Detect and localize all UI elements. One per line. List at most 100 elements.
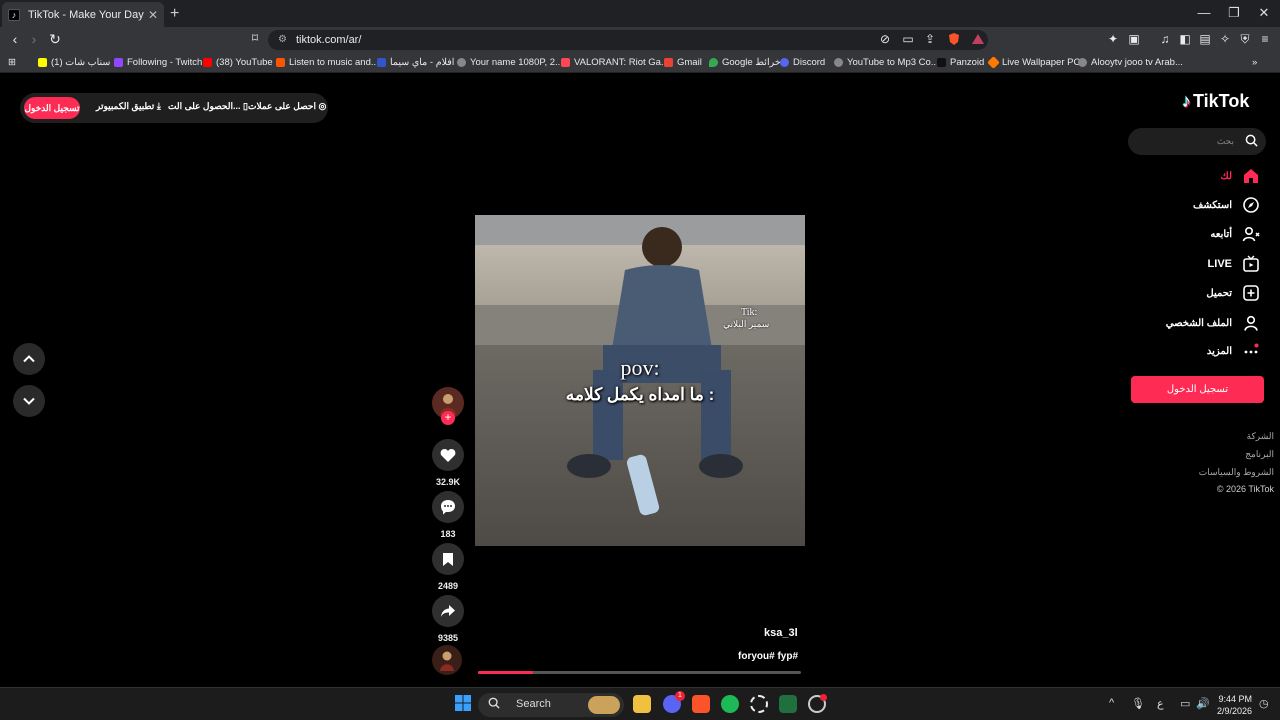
follow-plus-icon[interactable]: + xyxy=(441,411,455,425)
bookmark-item[interactable]: Listen to music and... xyxy=(276,57,379,68)
windows-start-icon[interactable] xyxy=(455,695,473,713)
bookmark-item[interactable]: (1) سناب شات xyxy=(38,57,110,68)
footer-terms-link[interactable]: الشروط والسياسات xyxy=(1199,467,1274,478)
get-coins-link[interactable]: احصل على عملات ◎ xyxy=(248,101,326,112)
bookmark-item[interactable]: Gmail xyxy=(664,57,702,68)
get-app-link[interactable]: الحصول على الت... ▯ xyxy=(168,101,248,112)
nav-upload[interactable]: تحميل xyxy=(1206,283,1260,303)
reload-icon[interactable]: ↻ xyxy=(45,31,65,48)
discord-taskbar-icon[interactable]: 1 xyxy=(663,691,685,713)
steam-taskbar-icon[interactable] xyxy=(808,694,827,713)
bookmark-item[interactable]: VALORANT: Riot Ga... xyxy=(561,57,669,68)
video-player[interactable]: Tik: سمير البلاتي pov: ما امداه يكمل كلا… xyxy=(475,215,805,546)
nav-profile[interactable]: الملف الشخصي xyxy=(1166,313,1260,333)
top-actions-bar: تسجيل الدخول تطبيق الكمبيوتر ⤓ الحصول عل… xyxy=(20,93,328,123)
more-bookmarks-icon[interactable]: » xyxy=(1252,57,1257,68)
screenshot-icon[interactable]: ▣ xyxy=(1125,32,1143,46)
translate-icon[interactable]: ⊘ xyxy=(876,32,894,46)
taskbar-search[interactable]: Search xyxy=(478,693,624,717)
sidebar-login-button[interactable]: تسجيل الدخول xyxy=(1131,376,1264,403)
share-icon[interactable]: ⇪ xyxy=(921,32,939,46)
taskbar-clock[interactable]: 9:44 PM 2/9/2026 xyxy=(1212,693,1252,717)
language-indicator[interactable]: ع xyxy=(1157,697,1164,710)
wallet-icon[interactable]: ▤ xyxy=(1196,32,1214,46)
bookmark-item[interactable]: (38) YouTube xyxy=(203,57,273,68)
sound-disc[interactable] xyxy=(432,645,464,675)
bookmark-item[interactable]: YouTube to Mp3 Co... xyxy=(834,57,939,68)
volume-icon[interactable]: 🔊 xyxy=(1196,697,1210,710)
valorant-icon xyxy=(561,58,570,67)
vpn-icon[interactable]: ⛨ xyxy=(1236,32,1254,47)
sound-avatar xyxy=(432,645,462,675)
cast-icon[interactable]: ▭ xyxy=(899,32,917,46)
minimize-window-icon[interactable]: — xyxy=(1189,5,1219,20)
close-tab-icon[interactable]: ✕ xyxy=(148,8,158,22)
bookmark-item[interactable]: Discord xyxy=(780,57,825,68)
brave-shield-icon[interactable] xyxy=(945,32,963,49)
nav-explore[interactable]: استكشف xyxy=(1193,195,1260,215)
microphone-icon[interactable]: 🎙 xyxy=(1131,697,1145,710)
spotify-taskbar-icon[interactable] xyxy=(721,695,739,713)
bookmark-item[interactable]: Your name 1080P, 2... xyxy=(457,57,563,68)
search-placeholder: بحث xyxy=(1216,136,1234,146)
xbox-taskbar-icon[interactable] xyxy=(779,695,797,713)
wallpaper-icon xyxy=(987,56,1000,69)
bookmark-page-icon[interactable]: ⌑ xyxy=(245,31,265,45)
nav-for-you[interactable]: لك xyxy=(1221,166,1260,186)
desktop-app-link[interactable]: تطبيق الكمبيوتر ⤓ xyxy=(96,101,161,112)
restore-window-icon[interactable]: ❐ xyxy=(1219,5,1249,21)
sidebar-toggle-icon[interactable]: ◧ xyxy=(1176,32,1194,46)
video-username[interactable]: ksa_3l xyxy=(764,627,798,639)
bookmark-item[interactable]: Live Wallpaper PC xyxy=(987,56,1080,69)
share-button[interactable]: 9385 xyxy=(432,595,464,643)
search-icon[interactable] xyxy=(1245,134,1258,152)
next-video-button[interactable] xyxy=(13,385,45,417)
file-explorer-icon[interactable] xyxy=(633,695,651,713)
globe-icon xyxy=(834,58,843,67)
browser-tab[interactable]: ♪ TikTok - Make Your Day ✕ xyxy=(2,2,164,27)
notifications-icon[interactable]: ◷ xyxy=(1259,697,1269,710)
network-icon[interactable]: ▭ xyxy=(1180,697,1190,710)
footer-program-link[interactable]: البرنامج xyxy=(1245,449,1274,460)
tray-overflow-icon[interactable]: ^ xyxy=(1109,697,1114,709)
brave-taskbar-icon[interactable] xyxy=(692,695,710,713)
site-info-icon[interactable]: ⚙ xyxy=(278,34,287,45)
twitch-icon xyxy=(114,58,123,67)
brave-rewards-icon[interactable] xyxy=(969,32,987,49)
creator-avatar[interactable]: + xyxy=(432,387,464,425)
save-button[interactable]: 2489 xyxy=(432,543,464,591)
search-input[interactable]: بحث xyxy=(1128,128,1266,155)
forward-icon[interactable]: › xyxy=(24,31,44,47)
extensions-icon[interactable]: ✦ xyxy=(1104,32,1122,46)
close-window-icon[interactable]: ✕ xyxy=(1249,5,1279,21)
bookmark-item[interactable]: Alooytv jooo tv Arab... xyxy=(1078,57,1183,68)
home-icon xyxy=(1244,169,1258,183)
nav-label: لك xyxy=(1220,170,1232,182)
discord-icon xyxy=(780,58,789,67)
overlay-text: ما امداه يكمل كلامه : xyxy=(565,385,715,404)
bookmark-item[interactable]: افلام - ماي سيما xyxy=(377,57,454,68)
nav-more[interactable]: المزيد xyxy=(1207,341,1260,361)
bookmark-label: Gmail xyxy=(677,57,702,68)
bookmark-label: YouTube to Mp3 Co... xyxy=(847,57,939,68)
comment-button[interactable]: 183 xyxy=(432,491,464,539)
bookmark-item[interactable]: Google خرائط xyxy=(709,57,781,68)
bookmark-item[interactable]: Panzoid xyxy=(937,57,984,68)
like-button[interactable]: 32.9K xyxy=(432,439,464,487)
login-button[interactable]: تسجيل الدخول xyxy=(24,97,80,119)
video-hashtags[interactable]: foryou# fyp# xyxy=(738,651,798,662)
leo-ai-icon[interactable]: ✧ xyxy=(1216,32,1234,46)
footer-company-link[interactable]: الشركة xyxy=(1247,431,1274,442)
media-icon[interactable]: ♫ xyxy=(1156,32,1174,46)
menu-icon[interactable]: ≡ xyxy=(1256,32,1274,46)
video-progress-bar[interactable] xyxy=(478,671,801,674)
nav-following[interactable]: أتابعه xyxy=(1210,224,1260,244)
tiktok-logo[interactable]: ♪ TikTok xyxy=(1182,91,1249,112)
nav-live[interactable]: LIVE xyxy=(1208,254,1260,274)
obs-taskbar-icon[interactable] xyxy=(750,695,768,713)
new-tab-button[interactable]: + xyxy=(170,5,179,23)
apps-grid-icon[interactable]: ⊞ xyxy=(8,57,16,68)
back-icon[interactable]: ‹ xyxy=(5,31,25,47)
previous-video-button[interactable] xyxy=(13,343,45,375)
bookmark-item[interactable]: Following - Twitch xyxy=(114,57,202,68)
